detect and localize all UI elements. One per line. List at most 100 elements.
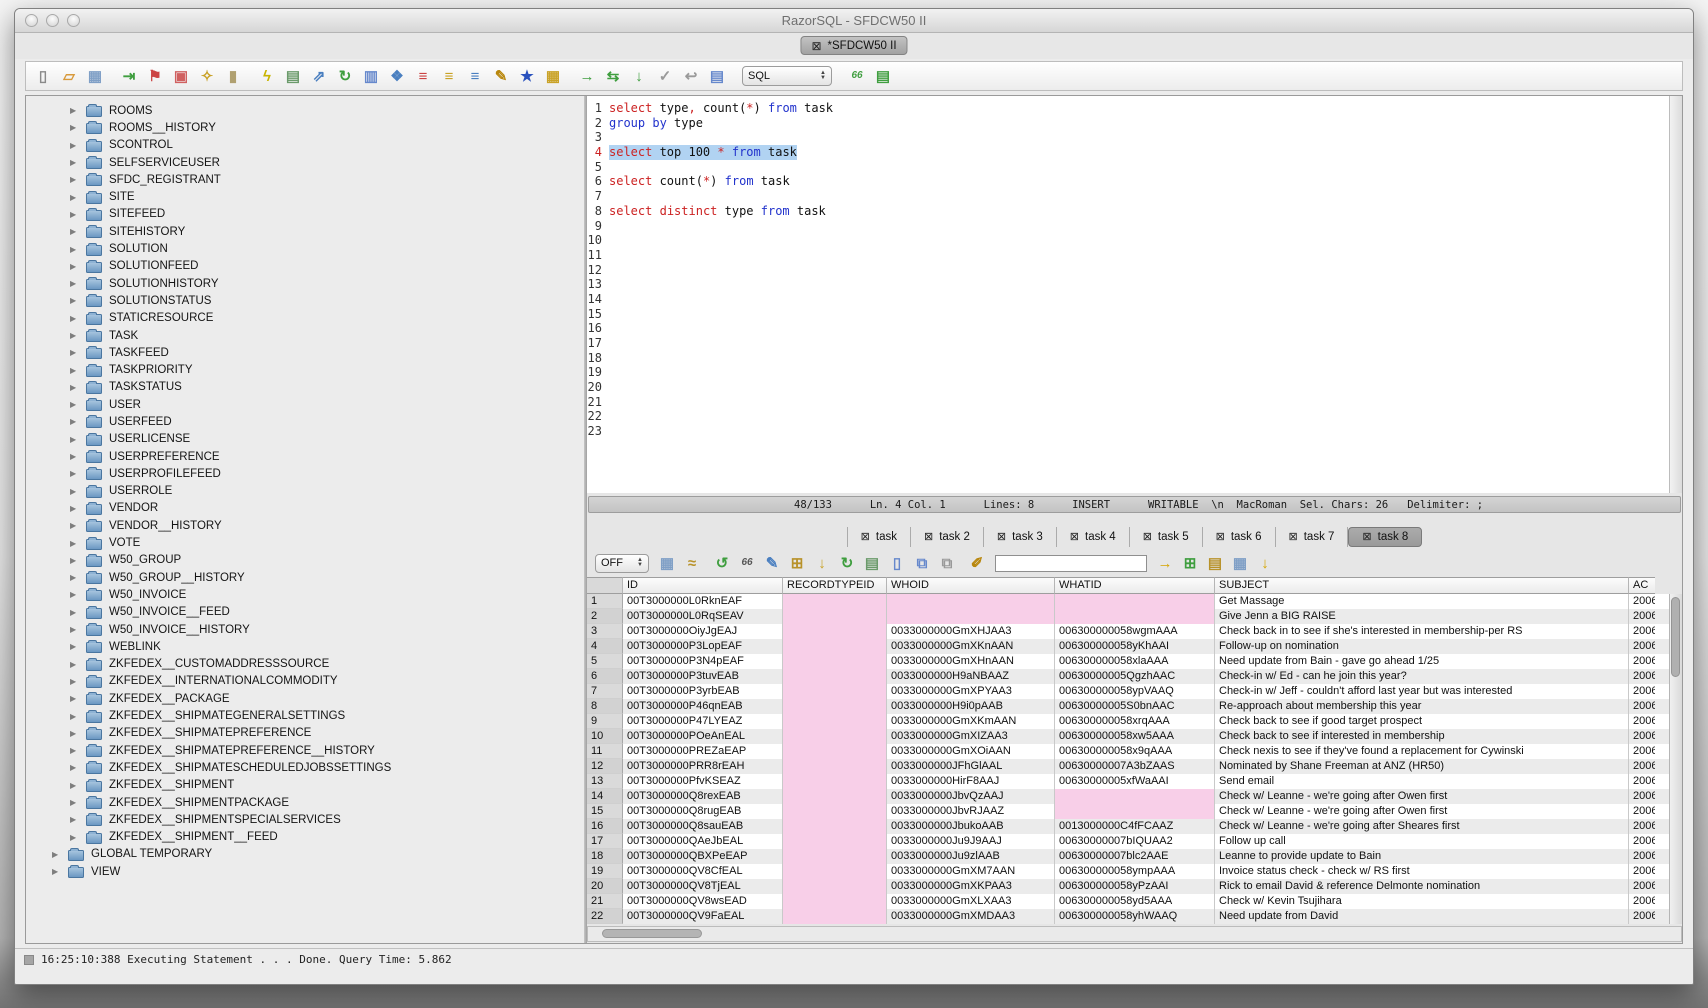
tree-item[interactable]: ▶SOLUTION bbox=[26, 240, 584, 257]
table-cell[interactable]: 00T3000000P47LYEAZ bbox=[623, 714, 783, 729]
table-cell[interactable]: 0033000000JbvRJAAZ bbox=[887, 804, 1055, 819]
table-cell[interactable] bbox=[783, 834, 887, 849]
table-cell[interactable]: 006300000058wgmAAA bbox=[1055, 624, 1215, 639]
expand-triangle-icon[interactable]: ▶ bbox=[70, 694, 79, 703]
table-cell[interactable] bbox=[1055, 804, 1215, 819]
tree-item[interactable]: ▶ZKFEDEX__SHIPMATEPREFERENCE bbox=[26, 725, 584, 742]
expand-triangle-icon[interactable]: ▶ bbox=[70, 123, 79, 132]
tab-close-icon[interactable]: ⊠ bbox=[1216, 532, 1225, 543]
database-icon[interactable]: ▮ bbox=[224, 67, 242, 85]
row-number-cell[interactable]: 8 bbox=[587, 699, 623, 714]
grid-column-header[interactable]: AC bbox=[1629, 577, 1655, 594]
goto-line-icon[interactable]: 66 bbox=[848, 67, 866, 85]
tree-item[interactable]: ▶SITEFEED bbox=[26, 206, 584, 223]
expand-triangle-icon[interactable]: ▶ bbox=[70, 573, 79, 582]
row-number-cell[interactable]: 16 bbox=[587, 819, 623, 834]
table-cell[interactable] bbox=[783, 744, 887, 759]
favorites-icon[interactable]: ★ bbox=[518, 67, 536, 85]
table-cell[interactable] bbox=[783, 864, 887, 879]
table-cell[interactable]: 2006 bbox=[1629, 879, 1655, 894]
tree-item[interactable]: ▶SITE bbox=[26, 188, 584, 205]
row-number-cell[interactable]: 18 bbox=[587, 849, 623, 864]
tree-item[interactable]: ▶TASKFEED bbox=[26, 344, 584, 361]
describe-icon[interactable]: ▤ bbox=[863, 554, 881, 572]
disconnect-icon[interactable]: ⚑ bbox=[146, 67, 164, 85]
table-cell[interactable] bbox=[1055, 789, 1215, 804]
tab-close-icon[interactable]: ⊠ bbox=[1289, 532, 1298, 543]
grid-vertical-scrollbar[interactable] bbox=[1669, 594, 1682, 924]
expand-triangle-icon[interactable]: ▶ bbox=[70, 227, 79, 236]
expand-triangle-icon[interactable]: ▶ bbox=[70, 383, 79, 392]
table-cell[interactable] bbox=[783, 909, 887, 924]
table-cell[interactable]: Check-in w/ Jeff - couldn't afford last … bbox=[1215, 684, 1629, 699]
new-file-icon[interactable]: ▯ bbox=[34, 67, 52, 85]
tree-item[interactable]: ▶TASK bbox=[26, 327, 584, 344]
table-cell[interactable]: 2006 bbox=[1629, 729, 1655, 744]
table-cell[interactable]: 00T3000000Q8rugEAB bbox=[623, 804, 783, 819]
table-cell[interactable]: Check w/ Leanne - we're going after Owen… bbox=[1215, 789, 1629, 804]
table-cell[interactable]: 2006 bbox=[1629, 714, 1655, 729]
table-cell[interactable]: Check back in to see if she's interested… bbox=[1215, 624, 1629, 639]
table-cell[interactable]: 00630000007A3bZAAS bbox=[1055, 759, 1215, 774]
rollback-icon[interactable]: ↩ bbox=[682, 67, 700, 85]
tree-item[interactable]: ▶ZKFEDEX__PACKAGE bbox=[26, 690, 584, 707]
tree-item[interactable]: ▶ZKFEDEX__INTERNATIONALCOMMODITY bbox=[26, 673, 584, 690]
table-cell[interactable]: 00630000005QgzhAAC bbox=[1055, 669, 1215, 684]
tree-item[interactable]: ▶USERPREFERENCE bbox=[26, 448, 584, 465]
table-cell[interactable]: 006300000058xw5AAA bbox=[1055, 729, 1215, 744]
expand-triangle-icon[interactable]: ▶ bbox=[52, 850, 61, 859]
table-cell[interactable]: 006300000058yPzAAI bbox=[1055, 879, 1215, 894]
table-cell[interactable]: Need update from Bain - gave go ahead 1/… bbox=[1215, 654, 1629, 669]
tab-close-icon[interactable]: ⊠ bbox=[1143, 532, 1152, 543]
table-cell[interactable]: Check back to see if good target prospec… bbox=[1215, 714, 1629, 729]
tab-close-icon[interactable]: ⊠ bbox=[811, 40, 821, 52]
table-cell[interactable]: 2006 bbox=[1629, 609, 1655, 624]
tab-close-icon[interactable]: ⊠ bbox=[1362, 532, 1371, 543]
expand-triangle-icon[interactable]: ▶ bbox=[70, 158, 79, 167]
tree-item[interactable]: ▶SITEHISTORY bbox=[26, 223, 584, 240]
expand-triangle-icon[interactable]: ▶ bbox=[70, 245, 79, 254]
copy-icon[interactable]: ⧉ bbox=[913, 554, 931, 572]
table-cell[interactable] bbox=[783, 699, 887, 714]
table-cell[interactable]: 0033000000Ju9J9AAJ bbox=[887, 834, 1055, 849]
row-number-cell[interactable]: 9 bbox=[587, 714, 623, 729]
tree-item[interactable]: ▶SELFSERVICEUSER bbox=[26, 154, 584, 171]
tree-item[interactable]: ▶ZKFEDEX__SHIPMENT__FEED bbox=[26, 828, 584, 845]
result-tab[interactable]: ⊠task 8 bbox=[1348, 527, 1422, 547]
tree-item[interactable]: ▶USERLICENSE bbox=[26, 431, 584, 448]
table-cell[interactable]: 0033000000GmXKmAAN bbox=[887, 714, 1055, 729]
tree-item[interactable]: ▶W50_INVOICE bbox=[26, 586, 584, 603]
table-cell[interactable]: 2006 bbox=[1629, 909, 1655, 924]
table-cell[interactable]: Check w/ Kevin Tsujihara bbox=[1215, 894, 1629, 909]
table-cell[interactable]: 00T3000000L0RknEAF bbox=[623, 594, 783, 609]
table-cell[interactable]: Get Massage bbox=[1215, 594, 1629, 609]
expand-triangle-icon[interactable]: ▶ bbox=[70, 279, 79, 288]
table-cell[interactable]: 0033000000GmXHJAA3 bbox=[887, 624, 1055, 639]
expand-triangle-icon[interactable]: ▶ bbox=[70, 435, 79, 444]
form-view-icon[interactable]: ▯ bbox=[888, 554, 906, 572]
expand-triangle-icon[interactable]: ▶ bbox=[70, 556, 79, 565]
grid-column-header[interactable]: ID bbox=[623, 577, 783, 594]
save-icon[interactable]: ▦ bbox=[86, 67, 104, 85]
table-cell[interactable]: 2006 bbox=[1629, 894, 1655, 909]
table-cell[interactable] bbox=[1055, 594, 1215, 609]
notebook-icon[interactable]: ▥ bbox=[362, 67, 380, 85]
table-cell[interactable]: 2006 bbox=[1629, 774, 1655, 789]
table-cell[interactable]: 006300000058yd5AAA bbox=[1055, 894, 1215, 909]
tree-item[interactable]: ▶TASKSTATUS bbox=[26, 379, 584, 396]
expand-triangle-icon[interactable]: ▶ bbox=[70, 141, 79, 150]
table-cell[interactable] bbox=[783, 594, 887, 609]
expand-triangle-icon[interactable]: ▶ bbox=[70, 366, 79, 375]
tree-item[interactable]: ▶USERPROFILEFEED bbox=[26, 465, 584, 482]
table-cell[interactable]: 0033000000GmXOiAAN bbox=[887, 744, 1055, 759]
table-cell[interactable]: 00630000005S0bnAAC bbox=[1055, 699, 1215, 714]
tree-item[interactable]: ▶ZKFEDEX__SHIPMENTPACKAGE bbox=[26, 794, 584, 811]
expand-triangle-icon[interactable]: ▶ bbox=[70, 417, 79, 426]
expand-triangle-icon[interactable]: ▶ bbox=[70, 625, 79, 634]
expand-triangle-icon[interactable]: ▶ bbox=[70, 746, 79, 755]
table-cell[interactable]: 00T3000000QV9FaEAL bbox=[623, 909, 783, 924]
row-number-cell[interactable]: 12 bbox=[587, 759, 623, 774]
tree-item[interactable]: ▶USERFEED bbox=[26, 413, 584, 430]
describe-table-icon[interactable]: ▤ bbox=[284, 67, 302, 85]
expand-triangle-icon[interactable]: ▶ bbox=[70, 539, 79, 548]
